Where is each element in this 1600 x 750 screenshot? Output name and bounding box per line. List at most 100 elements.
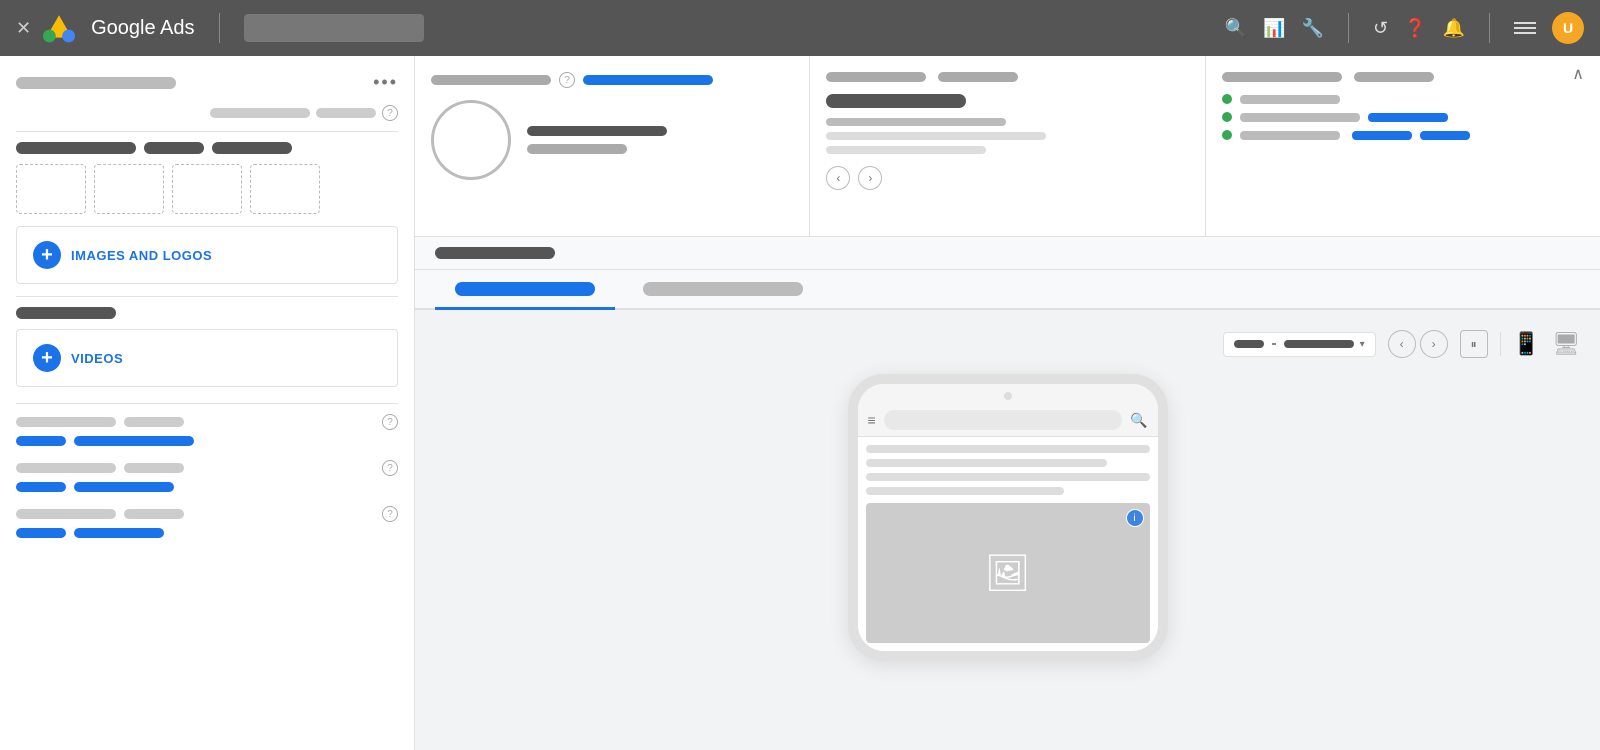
bar-chart-icon[interactable]: 📊 bbox=[1263, 18, 1285, 39]
panel3-item-label3 bbox=[1240, 131, 1340, 140]
dropdown-arrow-icon: ▾ bbox=[1360, 339, 1365, 350]
dropdown-sep bbox=[1272, 343, 1276, 345]
app-title: Google Ads bbox=[91, 17, 194, 40]
main-content: ∧ ? bbox=[415, 56, 1600, 750]
ad-text-bar2 bbox=[527, 144, 627, 154]
status-dot-2 bbox=[1222, 112, 1232, 122]
dropdown-label-bar1 bbox=[1234, 340, 1264, 348]
panel3-item-link3b[interactable] bbox=[1420, 131, 1470, 140]
image-placeholder-4 bbox=[250, 164, 320, 214]
search-icon[interactable]: 🔍 bbox=[1225, 18, 1247, 39]
dropdown-label-bar2 bbox=[1284, 340, 1354, 348]
panel3-title2 bbox=[1354, 72, 1434, 82]
ad-panel-1: ? bbox=[415, 56, 810, 236]
sidebar-divider3 bbox=[16, 403, 398, 404]
field-help-icon2[interactable]: ? bbox=[382, 460, 398, 476]
panel3-item-link2[interactable] bbox=[1368, 113, 1448, 122]
preview-tab-1[interactable] bbox=[435, 270, 615, 308]
browser-search-icon: 🔍 bbox=[1130, 412, 1147, 429]
panel1-title bbox=[431, 75, 551, 85]
help-circle-icon[interactable]: ? bbox=[382, 105, 398, 121]
preview-toolbar bbox=[415, 237, 1600, 270]
panel3-item-label1 bbox=[1240, 95, 1340, 104]
tab-pill-inactive bbox=[643, 282, 803, 296]
panel1-help-icon[interactable]: ? bbox=[559, 72, 575, 88]
topbar-divider2 bbox=[1348, 13, 1349, 43]
panel2-bar2 bbox=[826, 132, 1046, 140]
field-value-tag2 bbox=[74, 436, 194, 446]
section-bar2 bbox=[144, 142, 204, 154]
browser-menu-icon: ≡ bbox=[868, 412, 876, 428]
content-line-2 bbox=[866, 459, 1107, 467]
image-placeholder-3 bbox=[172, 164, 242, 214]
status-dot-1 bbox=[1222, 94, 1232, 104]
sidebar-help-row: ? bbox=[16, 105, 398, 121]
ad-panel-3 bbox=[1206, 56, 1600, 236]
field-label-bar6 bbox=[124, 509, 184, 519]
sidebar-header: ••• bbox=[16, 72, 398, 93]
content-line-3 bbox=[866, 473, 1150, 481]
field-value-tag3 bbox=[16, 482, 66, 492]
preview-content: ▾ ‹ › ⏸ 📱 🖥 ≡ bbox=[415, 310, 1600, 750]
help-icon[interactable]: ❓ bbox=[1404, 18, 1426, 39]
field-help-icon3[interactable]: ? bbox=[382, 506, 398, 522]
panel2-title2 bbox=[938, 72, 1018, 82]
field-value-tag1 bbox=[16, 436, 66, 446]
mobile-view-button[interactable]: 📱 bbox=[1513, 331, 1540, 357]
sidebar: ••• ? + IMAGES AND LOGOS bbox=[0, 56, 415, 750]
phone-camera-dot bbox=[1004, 392, 1012, 400]
section-label bbox=[16, 142, 398, 154]
refresh-icon[interactable]: ↺ bbox=[1373, 18, 1388, 39]
ad-info-icon[interactable]: i bbox=[1126, 509, 1144, 527]
field-value-tag6 bbox=[74, 528, 164, 538]
next-preview-button[interactable]: › bbox=[1420, 330, 1448, 358]
field-label-bar1 bbox=[16, 417, 116, 427]
panel2-bar3 bbox=[826, 146, 986, 154]
more-options-button[interactable]: ••• bbox=[373, 72, 398, 93]
preview-tab-2[interactable] bbox=[623, 270, 823, 308]
preview-controls: ▾ ‹ › ⏸ 📱 🖥 bbox=[1223, 330, 1580, 358]
prev-preview-button[interactable]: ‹ bbox=[1388, 330, 1416, 358]
panel-prev-button[interactable]: ‹ bbox=[826, 166, 850, 190]
field-group-2: ? bbox=[16, 460, 398, 492]
panel3-item-link3a[interactable] bbox=[1352, 131, 1412, 140]
add-images-label: IMAGES AND LOGOS bbox=[71, 248, 212, 263]
avatar[interactable]: U bbox=[1552, 12, 1584, 44]
ad-panel-2: ‹ › bbox=[810, 56, 1205, 236]
field-help-icon1[interactable]: ? bbox=[382, 414, 398, 430]
add-images-icon: + bbox=[33, 241, 61, 269]
field-group-3: ? bbox=[16, 506, 398, 538]
panel2-title bbox=[826, 72, 926, 82]
sidebar-title-bar1 bbox=[16, 77, 176, 89]
collapse-button[interactable]: ∧ bbox=[1572, 64, 1584, 84]
section-bar3 bbox=[212, 142, 292, 154]
wrench-icon[interactable]: 🔧 bbox=[1302, 18, 1324, 39]
ad-image-area: i 🖼 bbox=[866, 503, 1150, 643]
section-bar1 bbox=[16, 142, 136, 154]
search-input[interactable] bbox=[244, 14, 424, 42]
image-placeholder-1 bbox=[16, 164, 86, 214]
add-images-button[interactable]: + IMAGES AND LOGOS bbox=[16, 226, 398, 284]
close-button[interactable]: ✕ bbox=[16, 18, 31, 39]
add-videos-button[interactable]: + VIDEOS bbox=[16, 329, 398, 387]
panel-next-button[interactable]: › bbox=[858, 166, 882, 190]
videos-section-label bbox=[16, 307, 398, 319]
field-label-bar4 bbox=[124, 463, 184, 473]
ad-format-dropdown[interactable]: ▾ bbox=[1223, 332, 1376, 357]
bell-icon[interactable]: 🔔 bbox=[1443, 18, 1465, 39]
preview-nav: ‹ › bbox=[1388, 330, 1448, 358]
panel3-item-2 bbox=[1222, 112, 1584, 122]
field-label-bar3 bbox=[16, 463, 116, 473]
field-label-bar5 bbox=[16, 509, 116, 519]
panel3-title bbox=[1222, 72, 1342, 82]
field-value-tag4 bbox=[74, 482, 174, 492]
image-placeholder-2 bbox=[94, 164, 164, 214]
logo-icon bbox=[43, 12, 75, 44]
desktop-view-button[interactable]: 🖥 bbox=[1552, 331, 1580, 357]
ad-text-bar1 bbox=[527, 126, 667, 136]
field-value-tag5 bbox=[16, 528, 66, 538]
add-videos-icon: + bbox=[33, 344, 61, 372]
browser-url-bar bbox=[884, 410, 1122, 430]
pause-button[interactable]: ⏸ bbox=[1460, 330, 1488, 358]
menu-lines-icon[interactable] bbox=[1514, 22, 1536, 34]
